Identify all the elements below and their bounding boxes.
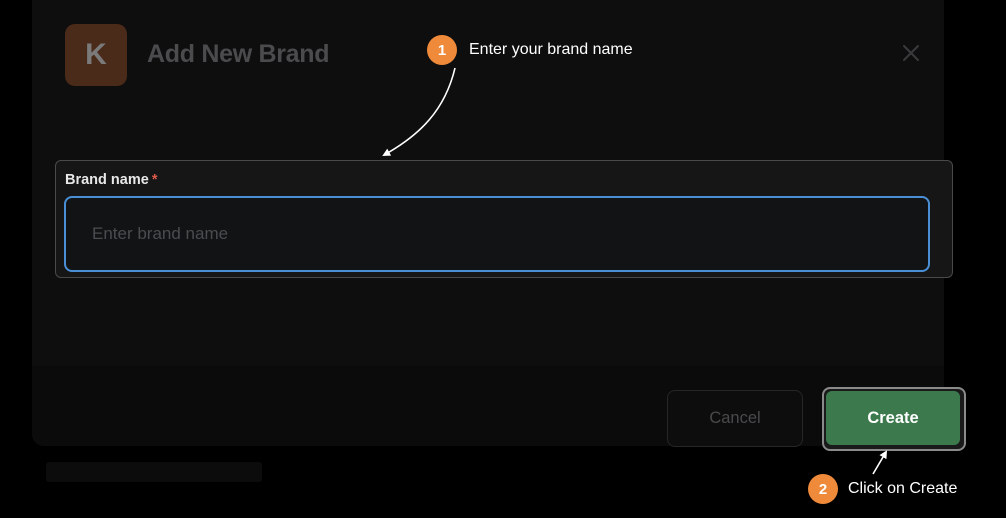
screenshot-stage: K Add New Brand Brand name* Cancel Creat… xyxy=(0,0,1006,518)
logo-letter: K xyxy=(85,38,107,71)
brand-name-input[interactable] xyxy=(64,196,930,272)
cancel-button[interactable]: Cancel xyxy=(667,390,803,447)
modal-footer xyxy=(32,366,944,446)
close-icon[interactable] xyxy=(900,42,922,64)
brand-name-label: Brand name * xyxy=(65,172,157,188)
arrow-icon xyxy=(872,450,888,475)
background-element xyxy=(46,462,262,482)
step-1-badge: 1 xyxy=(427,35,457,65)
modal-title: Add New Brand xyxy=(147,40,330,68)
step-2-text: Click on Create xyxy=(848,480,958,497)
step-2-badge: 2 xyxy=(808,474,838,504)
step-1-text: Enter your brand name xyxy=(469,41,633,58)
create-button[interactable]: Create xyxy=(826,391,960,445)
brand-name-label-text: Brand name xyxy=(65,172,149,188)
brand-logo: K xyxy=(65,24,127,86)
required-marker: * xyxy=(151,172,158,188)
